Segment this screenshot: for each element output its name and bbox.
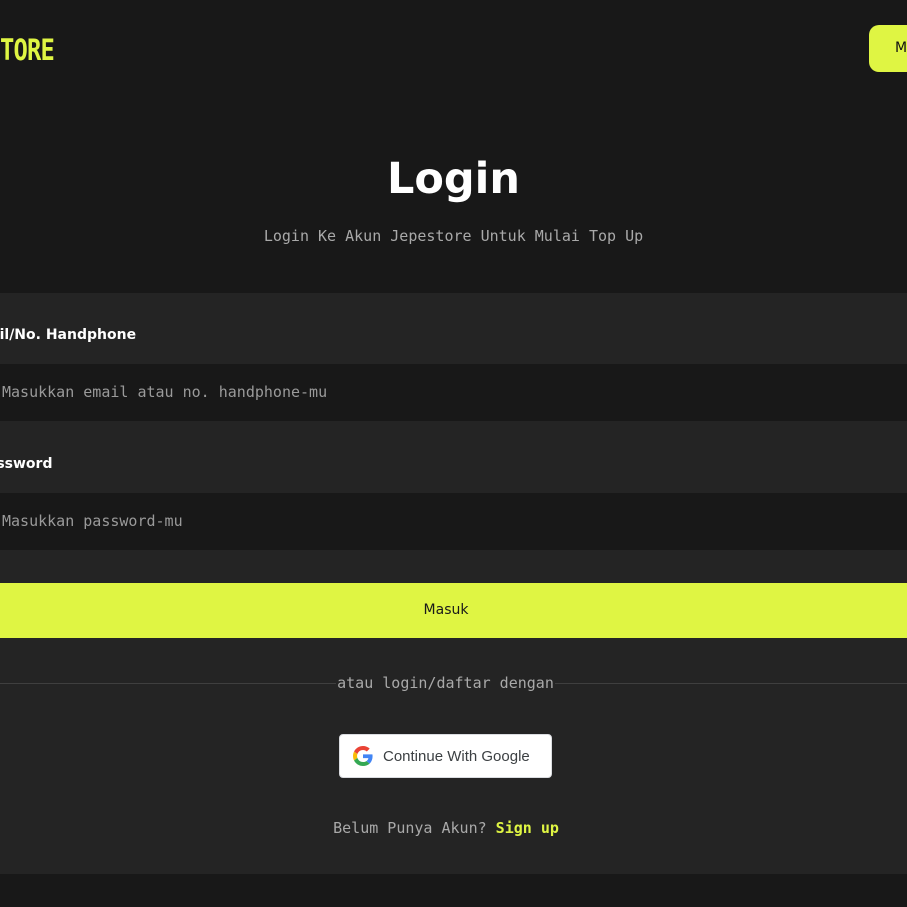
signup-question: Belum Punya Akun? [333, 819, 487, 837]
login-page: TORE Masuk Login Login Ke Akun Jepestore… [0, 0, 907, 907]
signup-row: Belum Punya Akun? Sign up [0, 818, 907, 838]
password-field[interactable] [0, 493, 907, 550]
login-card: Email/No. Handphone Password Masuk atau … [0, 293, 907, 874]
google-g-icon [353, 746, 373, 766]
divider-label: atau login/daftar dengan [336, 673, 555, 693]
email-field-label: Email/No. Handphone [0, 327, 137, 343]
store-logo[interactable]: TORE [0, 30, 55, 70]
page-subtitle: Login Ke Akun Jepestore Untuk Mulai Top … [263, 227, 644, 245]
continue-with-google-button[interactable]: Continue With Google [339, 734, 552, 778]
divider-label-row: atau login/daftar dengan [0, 673, 907, 693]
masuk-submit-button[interactable]: Masuk [0, 583, 907, 638]
page-title: Login [386, 154, 521, 204]
password-field-label: Password [0, 456, 53, 472]
signup-link[interactable]: Sign up [496, 819, 559, 837]
email-field[interactable] [0, 364, 907, 421]
header-masuk-button[interactable]: Masuk [869, 25, 907, 72]
google-button-label: Continue With Google [383, 747, 530, 765]
